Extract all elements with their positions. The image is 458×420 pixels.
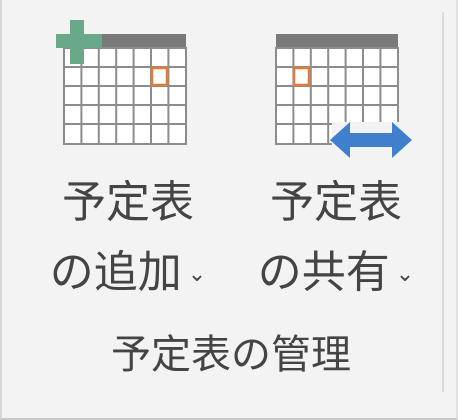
share-calendar-label-line1: 予定表 xyxy=(270,177,402,228)
share-calendar-label-line2: の共有 ⌄ xyxy=(238,248,434,300)
chevron-down-icon[interactable]: ⌄ xyxy=(396,250,414,300)
calendar-add-icon xyxy=(56,20,187,145)
share-calendar-label-text: の共有 xyxy=(257,247,390,298)
group-label: 予定表の管理 xyxy=(111,332,351,378)
ribbon-group-manage-calendars: 予定表 の追加 ⌄ 予定表 の共有 ⌄ 予定表の管理 xyxy=(0,0,458,420)
chevron-down-icon[interactable]: ⌄ xyxy=(188,250,206,300)
add-calendar-label-text: の追加 xyxy=(49,247,182,298)
add-calendar-label-line2: の追加 ⌄ xyxy=(30,248,226,300)
add-calendar-button[interactable]: 予定表 の追加 ⌄ xyxy=(30,10,226,310)
add-calendar-label-line1: 予定表 xyxy=(62,177,194,228)
calendar-share-icon xyxy=(275,34,412,158)
share-calendar-button[interactable]: 予定表 の共有 ⌄ xyxy=(238,10,434,310)
